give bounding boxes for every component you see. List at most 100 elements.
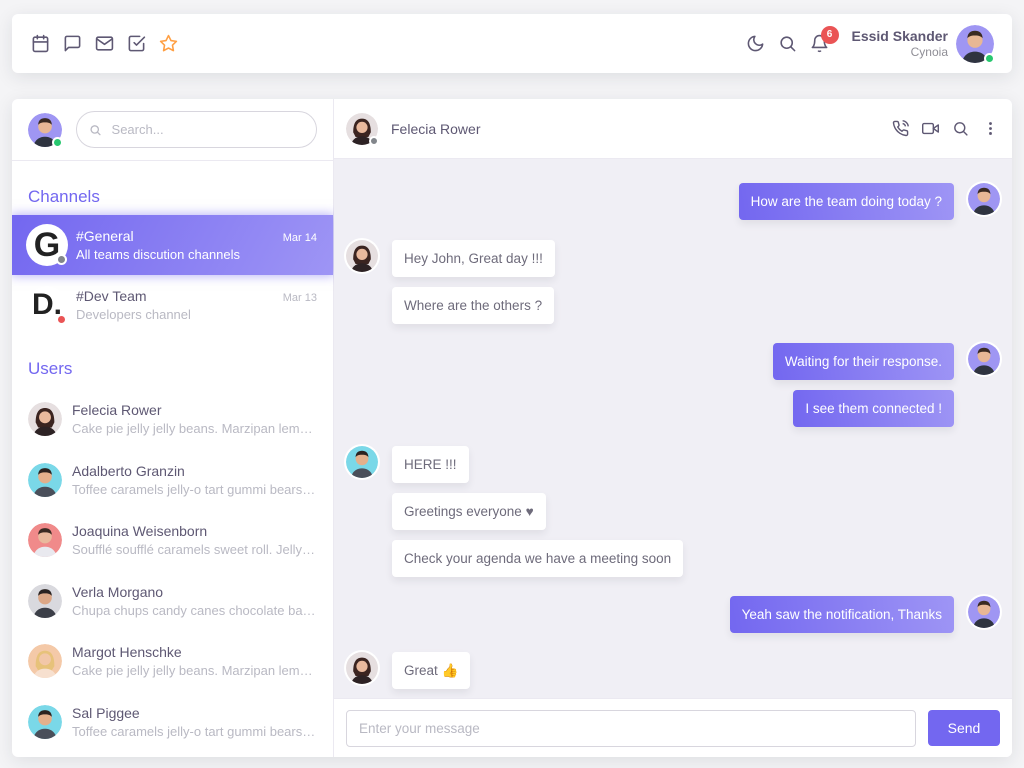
avatar — [346, 240, 378, 272]
item-body: #Dev Team Mar 13 Developers channel — [76, 288, 317, 322]
message-bubble: Greetings everyone ♥ — [392, 493, 546, 530]
star-icon[interactable] — [158, 34, 178, 54]
item-body: Margot Henschke Cake pie jelly jelly bea… — [72, 644, 317, 678]
avatar — [968, 343, 1000, 375]
avatar — [28, 704, 62, 739]
contact-avatar[interactable] — [346, 112, 379, 146]
user-item-sal-piggee[interactable]: Sal Piggee Toffee caramels jelly-o tart … — [12, 692, 333, 753]
user-preview: Toffee caramels jelly-o tart gummi bears… — [72, 481, 317, 497]
message-input[interactable] — [346, 709, 916, 747]
sidebar-header — [12, 99, 333, 161]
user-name: Sal Piggee — [72, 704, 140, 721]
user-preview: Soufflé soufflé caramels sweet roll. Jel… — [72, 542, 317, 558]
chat-messages: How are the team doing today ? Hey John,… — [334, 159, 1012, 698]
avatar — [28, 644, 62, 679]
nav-right: 6 Essid Skander Cynoia — [746, 24, 995, 64]
item-body: #General Mar 14 All teams discution chan… — [76, 228, 317, 262]
user-name: Joaquina Weisenborn — [72, 523, 208, 540]
user-name: Felecia Rower — [72, 402, 162, 419]
chat-actions — [890, 119, 1000, 139]
phone-call-icon[interactable] — [890, 119, 910, 139]
channels-title: Channels — [28, 187, 100, 206]
video-icon[interactable] — [920, 119, 940, 139]
message-bubble: Waiting for their response. — [772, 343, 954, 380]
contact-name: Felecia Rower — [391, 120, 481, 137]
avatar — [346, 446, 378, 478]
channel-avatar: G — [28, 226, 67, 265]
search-box — [76, 111, 317, 148]
message-bubble: Check your agenda we have a meeting soon — [392, 540, 684, 577]
channel-avatar: D. — [28, 286, 67, 325]
message-bubble: Where are the others ? — [392, 287, 555, 324]
status-online — [52, 136, 63, 148]
avatar — [28, 523, 62, 558]
nav-shortcuts — [30, 34, 178, 54]
user-preview: Cake pie jelly jelly beans. Marzipan lem… — [72, 421, 317, 437]
notifications-button[interactable]: 6 — [810, 25, 839, 54]
user-name: Essid Skander — [851, 27, 949, 44]
channel-item-dev-team[interactable]: D. #Dev Team Mar 13 Developers channel — [12, 275, 333, 335]
message-square-icon[interactable] — [62, 34, 82, 54]
avatar[interactable] — [28, 112, 63, 148]
user-item-adalberto-granzin[interactable]: Adalberto Granzin Toffee caramels jelly-… — [12, 450, 333, 511]
channel-time: Mar 13 — [282, 292, 317, 304]
message-group: Great 👍 — [346, 652, 471, 689]
mail-icon[interactable] — [94, 34, 114, 54]
avatar — [28, 462, 62, 497]
status-online — [984, 52, 995, 64]
avatar — [956, 24, 995, 64]
check-square-icon[interactable] — [126, 34, 146, 54]
user-dropdown[interactable]: Essid Skander Cynoia — [852, 24, 995, 64]
user-name: Verla Morgano — [72, 583, 164, 600]
avatar — [28, 402, 62, 437]
avatar — [346, 652, 378, 684]
user-name: Adalberto Granzin — [72, 462, 185, 479]
avatar — [968, 596, 1000, 628]
more-vertical-icon[interactable] — [980, 119, 1000, 139]
message-bubble: I see them connected ! — [793, 390, 954, 427]
user-name: Margot Henschke — [72, 644, 182, 661]
user-item-felecia-rower[interactable]: Felecia Rower Cake pie jelly jelly beans… — [12, 389, 333, 450]
channel-preview: Developers channel — [76, 307, 191, 322]
chat-panel: Felecia Rower How are the team doing tod… — [334, 99, 1012, 757]
search-icon[interactable] — [950, 119, 970, 139]
user-info: Essid Skander Cynoia — [852, 28, 949, 59]
user-item-joaquina-weisenborn[interactable]: Joaquina Weisenborn Soufflé soufflé cara… — [12, 510, 333, 571]
user-preview: Chupa chups candy canes chocolate bar ma… — [72, 602, 317, 618]
item-body: Sal Piggee Toffee caramels jelly-o tart … — [72, 705, 317, 739]
message-group: How are the team doing today ? — [738, 183, 1000, 220]
user-item-margot-henschke[interactable]: Margot Henschke Cake pie jelly jelly bea… — [12, 631, 333, 692]
search-icon[interactable] — [778, 34, 798, 54]
status-busy — [56, 314, 67, 325]
search-input[interactable] — [111, 122, 304, 137]
message-bubble: Great 👍 — [392, 652, 471, 689]
send-button[interactable]: Send — [928, 710, 1000, 746]
channel-item-general[interactable]: G #General Mar 14 All teams discution ch… — [12, 215, 333, 275]
avatar — [968, 183, 1000, 215]
status-offline — [369, 135, 379, 146]
message-bubble: Yeah saw the notification, Thanks — [729, 596, 954, 633]
message-group: HERE !!! Greetings everyone ♥ Check your… — [346, 446, 684, 577]
notification-badge: 6 — [820, 25, 839, 44]
user-preview: Cake pie jelly jelly beans. Marzipan lem… — [72, 663, 317, 679]
bubbles: Hey John, Great day !!! Where are the ot… — [392, 240, 555, 324]
users-title: Users — [28, 359, 73, 378]
item-body: Joaquina Weisenborn Soufflé soufflé cara… — [72, 523, 317, 557]
status-offline — [56, 254, 67, 265]
item-body: Verla Morgano Chupa chups candy canes ch… — [72, 584, 317, 618]
user-org: Cynoia — [910, 44, 948, 59]
item-body: Adalberto Granzin Toffee caramels jelly-… — [72, 463, 317, 497]
user-item-verla-morgano[interactable]: Verla Morgano Chupa chups candy canes ch… — [12, 571, 333, 632]
calendar-icon[interactable] — [30, 34, 50, 54]
channel-name: #General — [76, 228, 134, 244]
message-group: Yeah saw the notification, Thanks — [729, 596, 1000, 633]
chat-header: Felecia Rower — [334, 99, 1012, 159]
item-body: Felecia Rower Cake pie jelly jelly beans… — [72, 402, 317, 436]
moon-icon[interactable] — [746, 34, 766, 54]
bubbles: Great 👍 — [392, 652, 471, 689]
bubbles: HERE !!! Greetings everyone ♥ Check your… — [392, 446, 684, 577]
bubbles: Yeah saw the notification, Thanks — [729, 596, 954, 633]
user-preview: Toffee caramels jelly-o tart gummi bears… — [72, 723, 317, 739]
channel-name: #Dev Team — [76, 288, 147, 304]
bubbles: How are the team doing today ? — [738, 183, 954, 220]
